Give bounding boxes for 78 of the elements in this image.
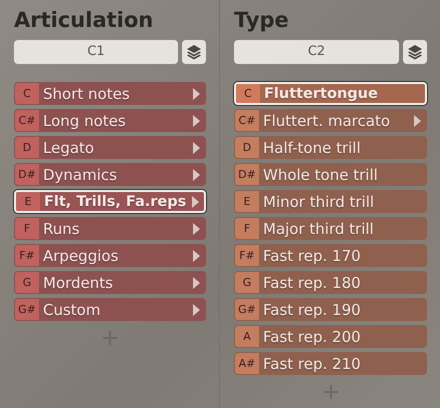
submenu-arrow-icon [193, 222, 200, 234]
list-item[interactable]: D# Dynamics [14, 163, 206, 186]
key-label: F# [15, 245, 39, 266]
key-label: D# [15, 164, 39, 185]
list-item[interactable]: C Fluttertongue [234, 82, 427, 105]
item-label: Fast rep. 190 [262, 300, 362, 318]
submenu-arrow-icon [193, 168, 200, 180]
key-label: A [235, 326, 259, 347]
key-label: F [15, 218, 39, 239]
list-item[interactable]: G Mordents [14, 271, 206, 294]
item-label: Flt, Trills, Fa.reps [43, 194, 188, 210]
panel-title: Articulation [14, 7, 154, 34]
list-item[interactable]: D# Whole tone trill [234, 163, 427, 186]
item-label: Half-tone trill [262, 138, 362, 156]
key-label: G [15, 272, 39, 293]
slot-field[interactable]: C1 [14, 40, 178, 64]
item-label: Fluttertongue [263, 86, 379, 102]
key-label: C [236, 84, 260, 103]
key-label: G# [15, 299, 39, 320]
key-label: A# [235, 353, 259, 374]
list-item[interactable]: C# Fluttert. marcato [234, 109, 427, 132]
list-item[interactable]: D Legato [14, 136, 206, 159]
key-label: C [15, 83, 39, 104]
list-item[interactable]: F Major third trill [234, 217, 427, 240]
item-label: Legato [42, 138, 96, 156]
key-label: F# [235, 245, 259, 266]
panel-title: Type [234, 7, 290, 34]
item-label: Fast rep. 200 [262, 328, 362, 346]
list-item[interactable]: C# Long notes [14, 109, 206, 132]
item-label: Fast rep. 180 [262, 274, 362, 292]
item-label: Fast rep. 210 [262, 354, 362, 372]
key-label: D# [235, 164, 259, 185]
submenu-arrow-icon [193, 276, 200, 288]
key-label: D [15, 137, 39, 158]
submenu-arrow-icon [193, 88, 200, 100]
item-label: Minor third trill [262, 192, 376, 210]
item-label: Dynamics [42, 166, 118, 184]
list-item[interactable]: E Flt, Trills, Fa.reps [14, 190, 206, 213]
item-label: Runs [42, 220, 81, 238]
item-label: Arpeggios [42, 246, 120, 264]
item-label: Fast rep. 170 [262, 246, 362, 264]
list-item[interactable]: F Runs [14, 217, 206, 240]
submenu-arrow-icon [193, 114, 200, 126]
item-label: Mordents [42, 274, 114, 292]
item-label: Short notes [42, 84, 131, 102]
submenu-arrow-icon [193, 250, 200, 262]
list-item[interactable]: E Minor third trill [234, 190, 427, 213]
list-item[interactable]: A Fast rep. 200 [234, 325, 427, 348]
key-label: E [16, 192, 40, 211]
list-item[interactable]: F# Fast rep. 170 [234, 244, 427, 267]
submenu-arrow-icon [192, 196, 199, 208]
layers-button[interactable] [403, 40, 427, 64]
key-label: E [235, 191, 259, 212]
slot-field[interactable]: C2 [234, 40, 399, 64]
list-item[interactable]: F# Arpeggios [14, 244, 206, 267]
list-item[interactable]: D Half-tone trill [234, 136, 427, 159]
key-label: G# [235, 299, 259, 320]
layers-button[interactable] [182, 40, 206, 64]
key-label: C# [235, 110, 259, 131]
list-item[interactable]: C Short notes [14, 82, 206, 105]
item-label: Custom [42, 300, 102, 318]
submenu-arrow-icon [193, 142, 200, 154]
list-item[interactable]: G Fast rep. 180 [234, 271, 427, 294]
layers-icon [407, 44, 423, 60]
item-label: Fluttert. marcato [262, 112, 392, 130]
item-label: Whole tone trill [262, 166, 379, 184]
submenu-arrow-icon [193, 304, 200, 316]
item-label: Major third trill [262, 220, 375, 238]
key-label: F [235, 218, 259, 239]
key-label: D [235, 137, 259, 158]
item-label: Long notes [42, 112, 127, 130]
key-label: C# [15, 110, 39, 131]
submenu-arrow-icon [414, 114, 421, 126]
layers-icon [186, 44, 202, 60]
list-item[interactable]: G# Custom [14, 298, 206, 321]
list-item[interactable]: A# Fast rep. 210 [234, 352, 427, 375]
key-label: G [235, 272, 259, 293]
list-item[interactable]: G# Fast rep. 190 [234, 298, 427, 321]
